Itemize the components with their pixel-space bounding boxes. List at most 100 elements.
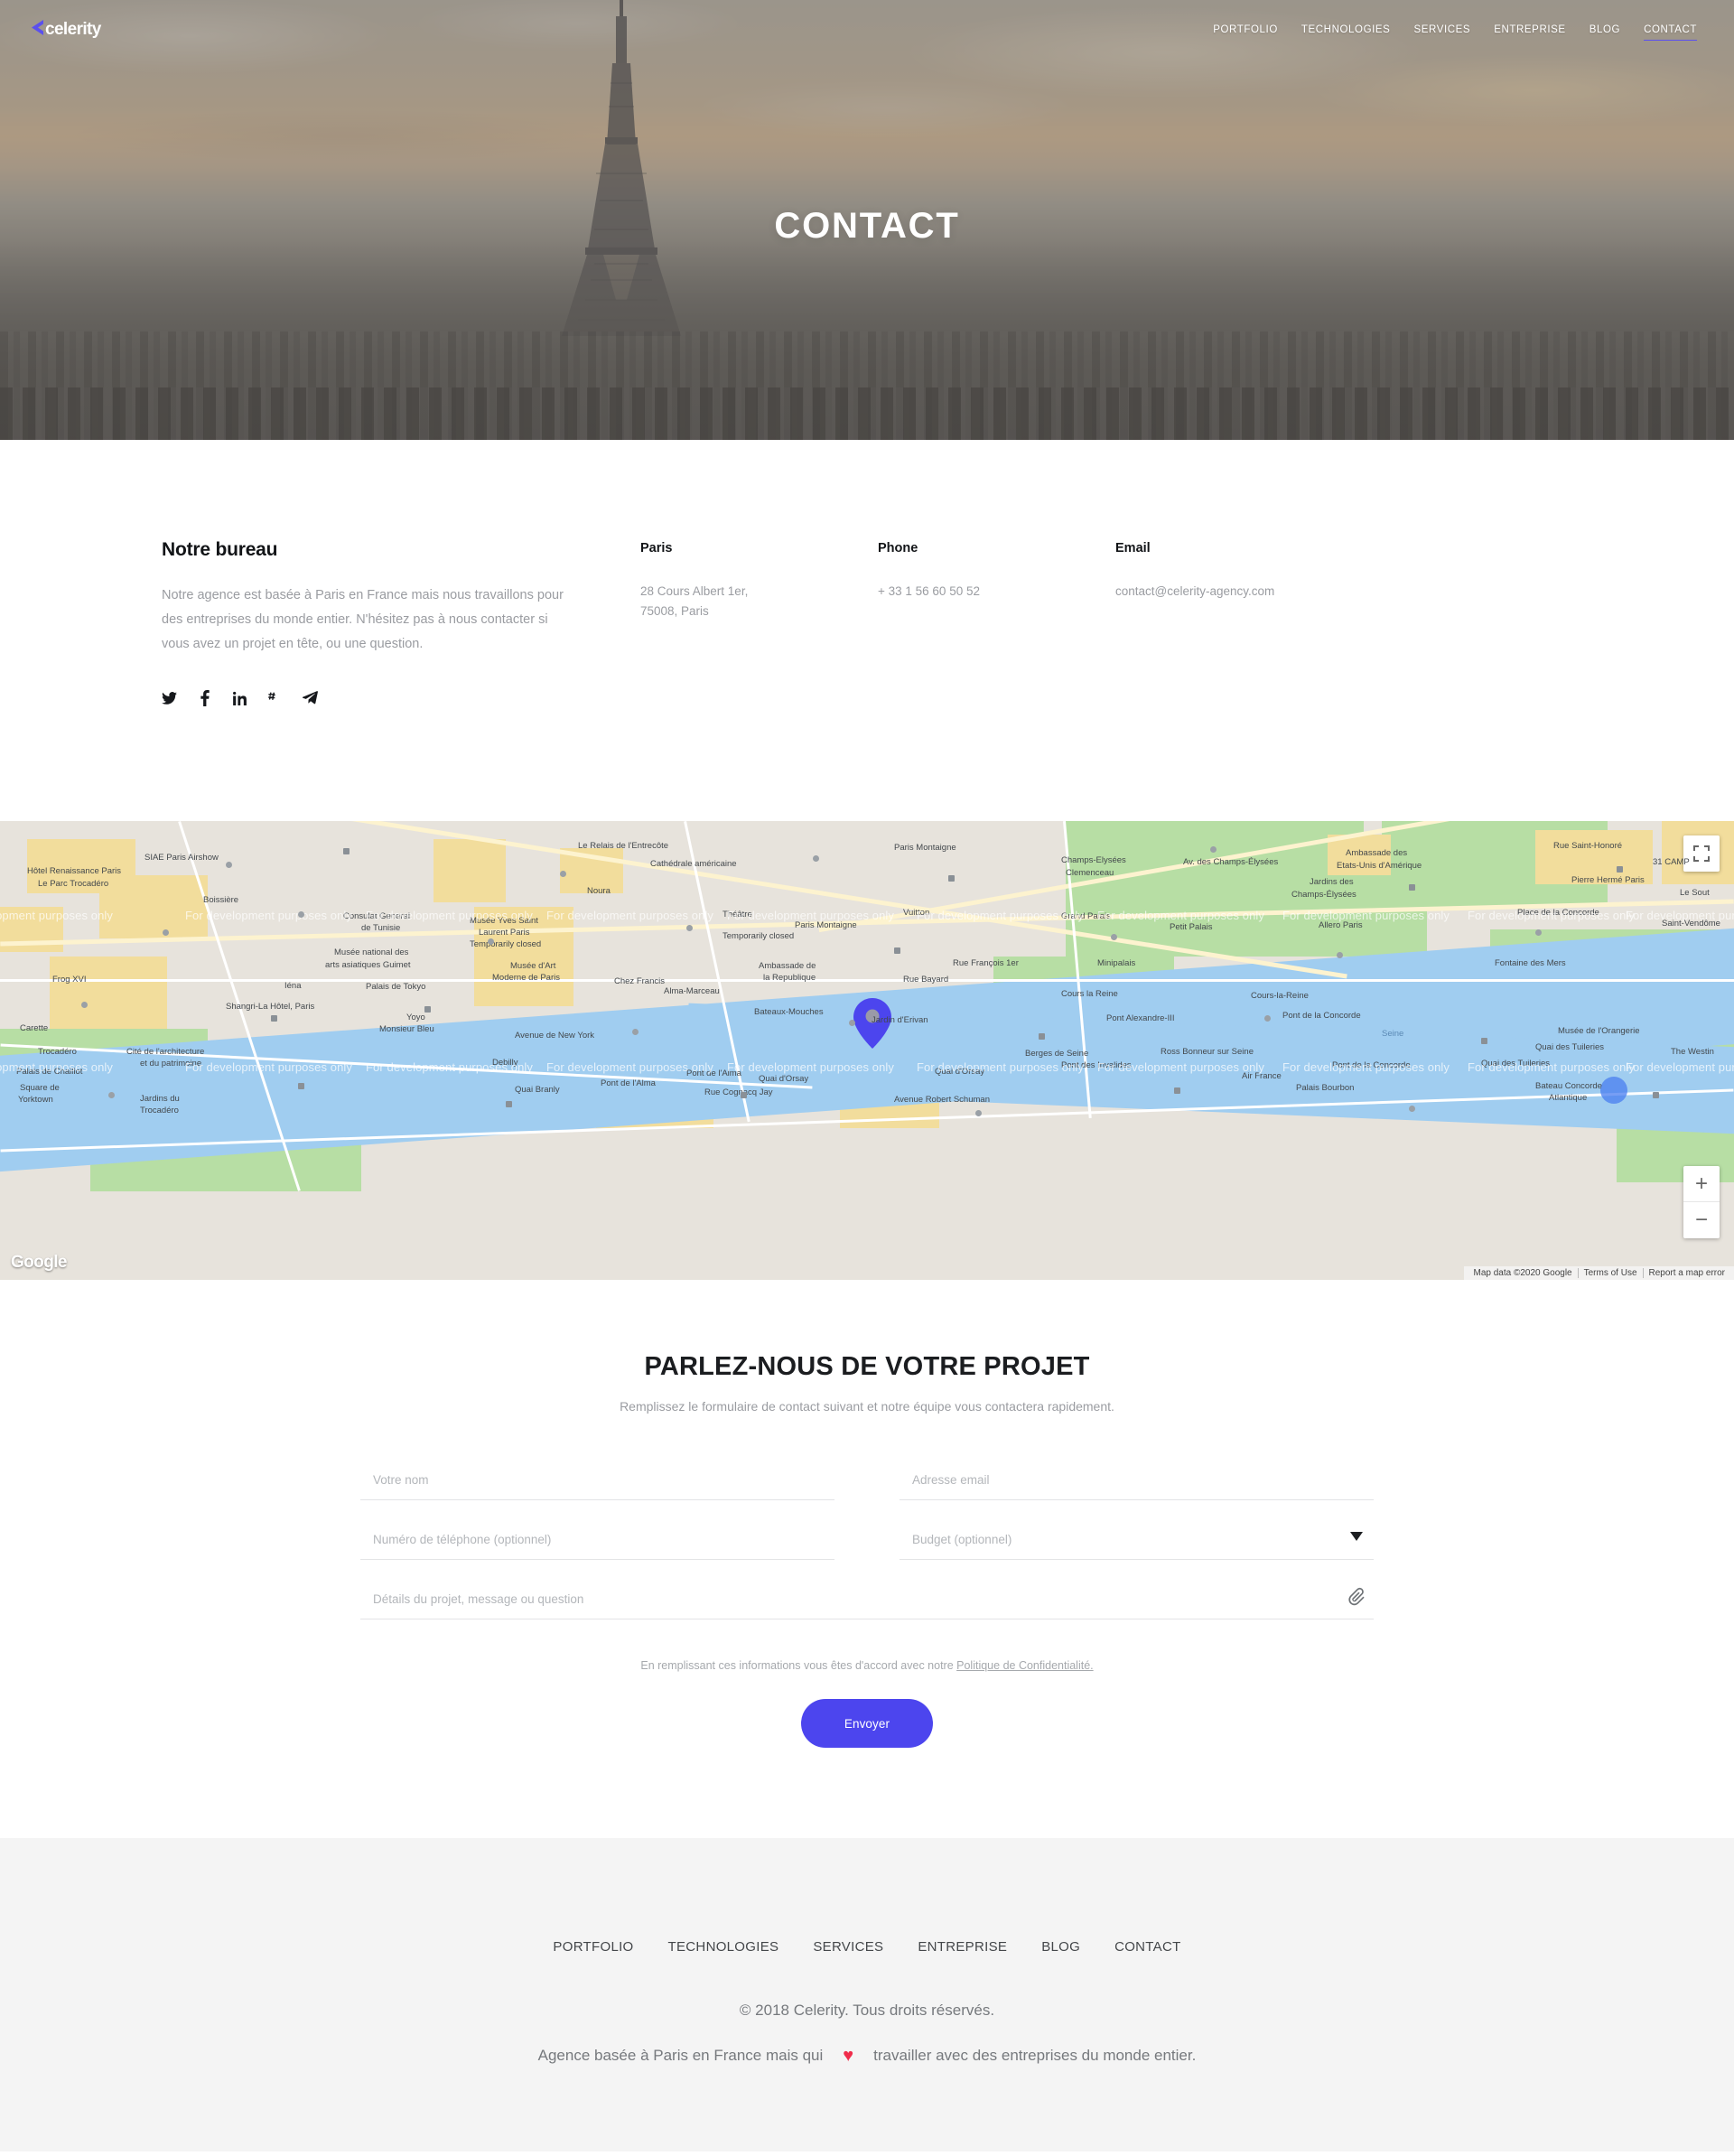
map-label: Quai Branly [515, 1085, 560, 1095]
map-poi-icon[interactable] [424, 1006, 431, 1013]
map-poi-icon[interactable] [849, 1020, 855, 1026]
map-poi-icon[interactable] [686, 925, 693, 931]
map-poi-icon[interactable] [1653, 1092, 1659, 1098]
map-poi-icon[interactable] [1264, 1015, 1271, 1022]
map-poi-icon[interactable] [560, 871, 566, 877]
map-poi-icon[interactable] [1111, 934, 1117, 940]
map-label: Temporarily closed [722, 931, 794, 941]
telegram-icon[interactable] [303, 690, 318, 705]
map-poi-icon[interactable] [741, 1092, 747, 1098]
map-poi-icon[interactable] [506, 1101, 512, 1107]
map-label: Rue Saint-Honoré [1553, 841, 1622, 851]
map-data-credit: Map data ©2020 Google [1468, 1268, 1577, 1278]
nav-links: PORTFOLIO TECHNOLOGIES SERVICES ENTREPRI… [1201, 23, 1709, 36]
linkedin-icon[interactable] [232, 690, 247, 705]
nav-item-blog[interactable]: BLOG [1578, 23, 1632, 36]
map-poi-icon[interactable] [1174, 1087, 1180, 1094]
nav-item-technologies[interactable]: TECHNOLOGIES [1290, 23, 1403, 36]
map-poi-icon[interactable] [1337, 952, 1343, 958]
map-label: Palais de Tokyo [366, 982, 425, 992]
map-poi-icon[interactable] [271, 1015, 277, 1022]
twitter-icon[interactable] [162, 690, 177, 705]
map-label: Musée d'Art [510, 961, 555, 971]
google-map[interactable]: + − Google Map data ©2020 Google Terms o… [0, 821, 1734, 1280]
nav-item-portfolio[interactable]: PORTFOLIO [1201, 23, 1290, 36]
map-zoom-out-button[interactable]: − [1683, 1202, 1720, 1238]
map-poi-icon[interactable] [1409, 884, 1415, 891]
map-label: Bateaux-Mouches [754, 1007, 824, 1017]
logo-icon: celerity [23, 14, 121, 42]
office-intro: Notre bureau Notre agence est basée à Pa… [162, 539, 586, 705]
report-map-error-link[interactable]: Report a map error [1643, 1268, 1730, 1278]
map-poi-icon[interactable] [343, 848, 350, 854]
contact-form: Budget (optionnel) [360, 1461, 1374, 1619]
map-poi-icon[interactable] [632, 1029, 639, 1035]
terms-of-use-link[interactable]: Terms of Use [1578, 1268, 1643, 1278]
map-poi-icon[interactable] [108, 1092, 115, 1098]
map-label: Yorktown [18, 1095, 53, 1105]
footer-link-portfolio[interactable]: PORTFOLIO [536, 1939, 650, 1955]
map-label: Cours-la-Reine [1251, 991, 1309, 1001]
name-input[interactable] [360, 1461, 834, 1500]
office-column-paris: Paris 28 Cours Albert 1er, 75008, Paris [640, 541, 748, 621]
footer-link-blog[interactable]: BLOG [1024, 1939, 1097, 1955]
map-label: Moderne de Paris [492, 973, 560, 983]
email-address[interactable]: contact@celerity-agency.com [1115, 582, 1274, 602]
nav-item-contact[interactable]: CONTACT [1632, 23, 1709, 36]
map-zoom-in-button[interactable]: + [1683, 1166, 1720, 1202]
map-label: Iéna [284, 981, 302, 991]
column-title-paris: Paris [640, 541, 748, 555]
phone-number[interactable]: + 33 1 56 60 50 52 [878, 582, 980, 602]
map-watermark: For development purposes only [1282, 909, 1450, 922]
map-label: Pont de la Concorde [1282, 1011, 1361, 1021]
submit-button[interactable]: Envoyer [801, 1699, 933, 1748]
map-poi-icon[interactable] [226, 862, 232, 868]
footer-link-services[interactable]: SERVICES [796, 1939, 900, 1955]
map-label: Trocadéro [38, 1047, 77, 1057]
footer-link-contact[interactable]: CONTACT [1097, 1939, 1198, 1955]
map-label: Le Relais de l'Entrecôte [578, 841, 668, 851]
map-poi-icon[interactable] [975, 1110, 982, 1116]
map-label: Square de [20, 1083, 60, 1093]
map-poi-icon[interactable] [298, 1083, 304, 1089]
map-watermark: For development purposes only [0, 909, 113, 922]
map-poi-icon[interactable] [163, 929, 169, 936]
budget-select[interactable]: Budget (optionnel) [900, 1520, 1374, 1560]
map-label: Fontaine des Mers [1495, 958, 1566, 968]
map-label: Jardin d'Erivan [872, 1015, 928, 1025]
map-label: Cité de l'architecture [126, 1047, 204, 1057]
logo-celerity[interactable]: celerity [23, 13, 121, 43]
email-input[interactable] [900, 1461, 1374, 1500]
map-poi-icon[interactable] [81, 1002, 88, 1008]
details-input[interactable] [360, 1580, 1374, 1619]
map-label: Av. des Champs-Élysées [1183, 857, 1278, 867]
map-poi-icon[interactable] [1210, 846, 1217, 853]
map-poi-icon[interactable] [948, 875, 955, 882]
paperclip-icon[interactable] [1348, 1587, 1368, 1615]
facebook-icon[interactable] [197, 690, 212, 705]
privacy-policy-link[interactable]: Politique de Confidentialité. [956, 1659, 1094, 1672]
map-poi-icon[interactable] [813, 855, 819, 862]
footer-link-entreprise[interactable]: ENTREPRISE [900, 1939, 1024, 1955]
map-watermark: For development purposes only [1097, 1060, 1264, 1074]
map-poi-icon[interactable] [298, 911, 304, 918]
map-label: Rue François 1er [953, 958, 1019, 968]
map-watermark: For development purposes only [1282, 1060, 1450, 1074]
map-poi-icon[interactable] [1535, 929, 1542, 936]
map-label: Atlantique [1549, 1093, 1587, 1103]
map-location-marker[interactable] [853, 998, 891, 1053]
nav-item-entreprise[interactable]: ENTREPRISE [1482, 23, 1578, 36]
map-poi-icon[interactable] [1409, 1106, 1415, 1112]
map-poi-icon[interactable] [1481, 1038, 1487, 1044]
map-poi-icon[interactable] [894, 947, 900, 954]
map-zoom-controls[interactable]: + − [1683, 1166, 1720, 1238]
nav-item-services[interactable]: SERVICES [1402, 23, 1482, 36]
map-poi-icon[interactable] [1617, 866, 1623, 873]
slack-icon[interactable] [267, 690, 283, 705]
map-label: Le Parc Trocadéro [38, 879, 108, 889]
top-navigation: celerity PORTFOLIO TECHNOLOGIES SERVICES… [0, 0, 1734, 56]
phone-input[interactable] [360, 1520, 834, 1560]
map-poi-icon[interactable] [1039, 1033, 1045, 1040]
map-poi-icon[interactable] [488, 938, 494, 945]
footer-link-technologies[interactable]: TECHNOLOGIES [651, 1939, 797, 1955]
